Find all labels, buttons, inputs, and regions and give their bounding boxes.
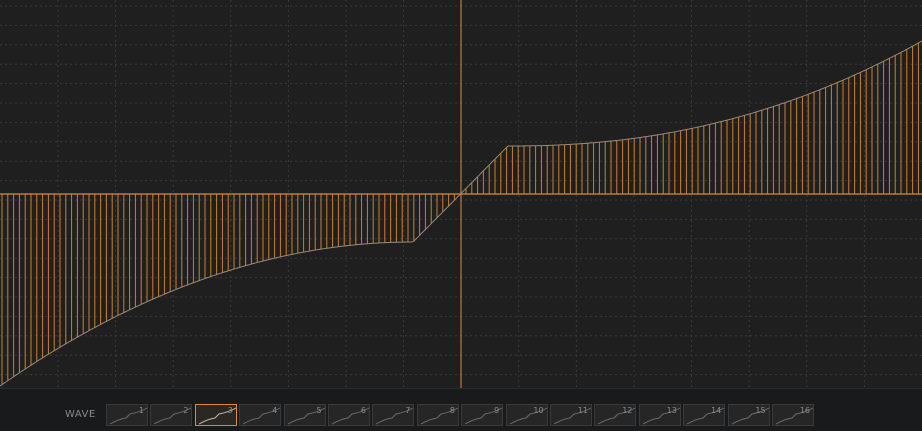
wave-slot-13[interactable]: 13 xyxy=(638,404,681,426)
wave-slot-4[interactable]: 4 xyxy=(239,404,282,426)
wave-selector-bar: WAVE 1 2 3 4 5 6 7 8 9 10 11 12 13 14 15 16 xyxy=(0,388,922,431)
wave-slot-16[interactable]: 16 xyxy=(772,404,814,426)
wave-slot-3[interactable]: 3 xyxy=(194,404,237,426)
wavetable-editor: WAVE 1 2 3 4 5 6 7 8 9 10 11 12 13 14 15 16 xyxy=(0,0,922,431)
wave-slot-number: 1 xyxy=(138,406,144,415)
wave-slot-number: 15 xyxy=(755,406,766,415)
wave-slot-number: 2 xyxy=(183,406,189,415)
wave-slot-9[interactable]: 9 xyxy=(461,404,504,426)
wave-slot-number: 4 xyxy=(272,406,278,415)
wave-slot-14[interactable]: 14 xyxy=(683,404,726,426)
wave-slot-5[interactable]: 5 xyxy=(283,404,326,426)
wave-slot-number: 9 xyxy=(494,406,500,415)
wave-slot-1[interactable]: 1 xyxy=(106,404,148,426)
wave-slot-number: 13 xyxy=(666,406,677,415)
wave-slot-15[interactable]: 15 xyxy=(727,404,770,426)
wave-slot-6[interactable]: 6 xyxy=(328,404,370,426)
wave-slot-7[interactable]: 7 xyxy=(372,404,415,426)
waveform-graph[interactable] xyxy=(0,0,922,388)
wave-slot-number: 7 xyxy=(405,406,411,415)
wave-slot-number: 16 xyxy=(799,406,810,415)
wave-slot-number: 10 xyxy=(533,406,544,415)
wave-slot-number: 12 xyxy=(622,406,633,415)
wave-slot-number: 5 xyxy=(316,406,322,415)
wave-slot-number: 6 xyxy=(360,406,366,415)
wave-slot-number: 11 xyxy=(577,406,588,415)
wave-slot-12[interactable]: 12 xyxy=(594,404,637,426)
wave-slot-number: 14 xyxy=(711,406,722,415)
waveform-display[interactable] xyxy=(0,0,922,388)
wave-slot-10[interactable]: 10 xyxy=(505,404,548,426)
wave-slot-2[interactable]: 2 xyxy=(150,404,193,426)
wave-slot-number: 3 xyxy=(227,406,233,415)
wave-slot-11[interactable]: 11 xyxy=(550,404,592,426)
wave-slot-8[interactable]: 8 xyxy=(416,404,459,426)
wave-label: WAVE xyxy=(65,409,96,420)
wave-slot-number: 8 xyxy=(449,406,455,415)
sample-bars xyxy=(1,42,919,385)
